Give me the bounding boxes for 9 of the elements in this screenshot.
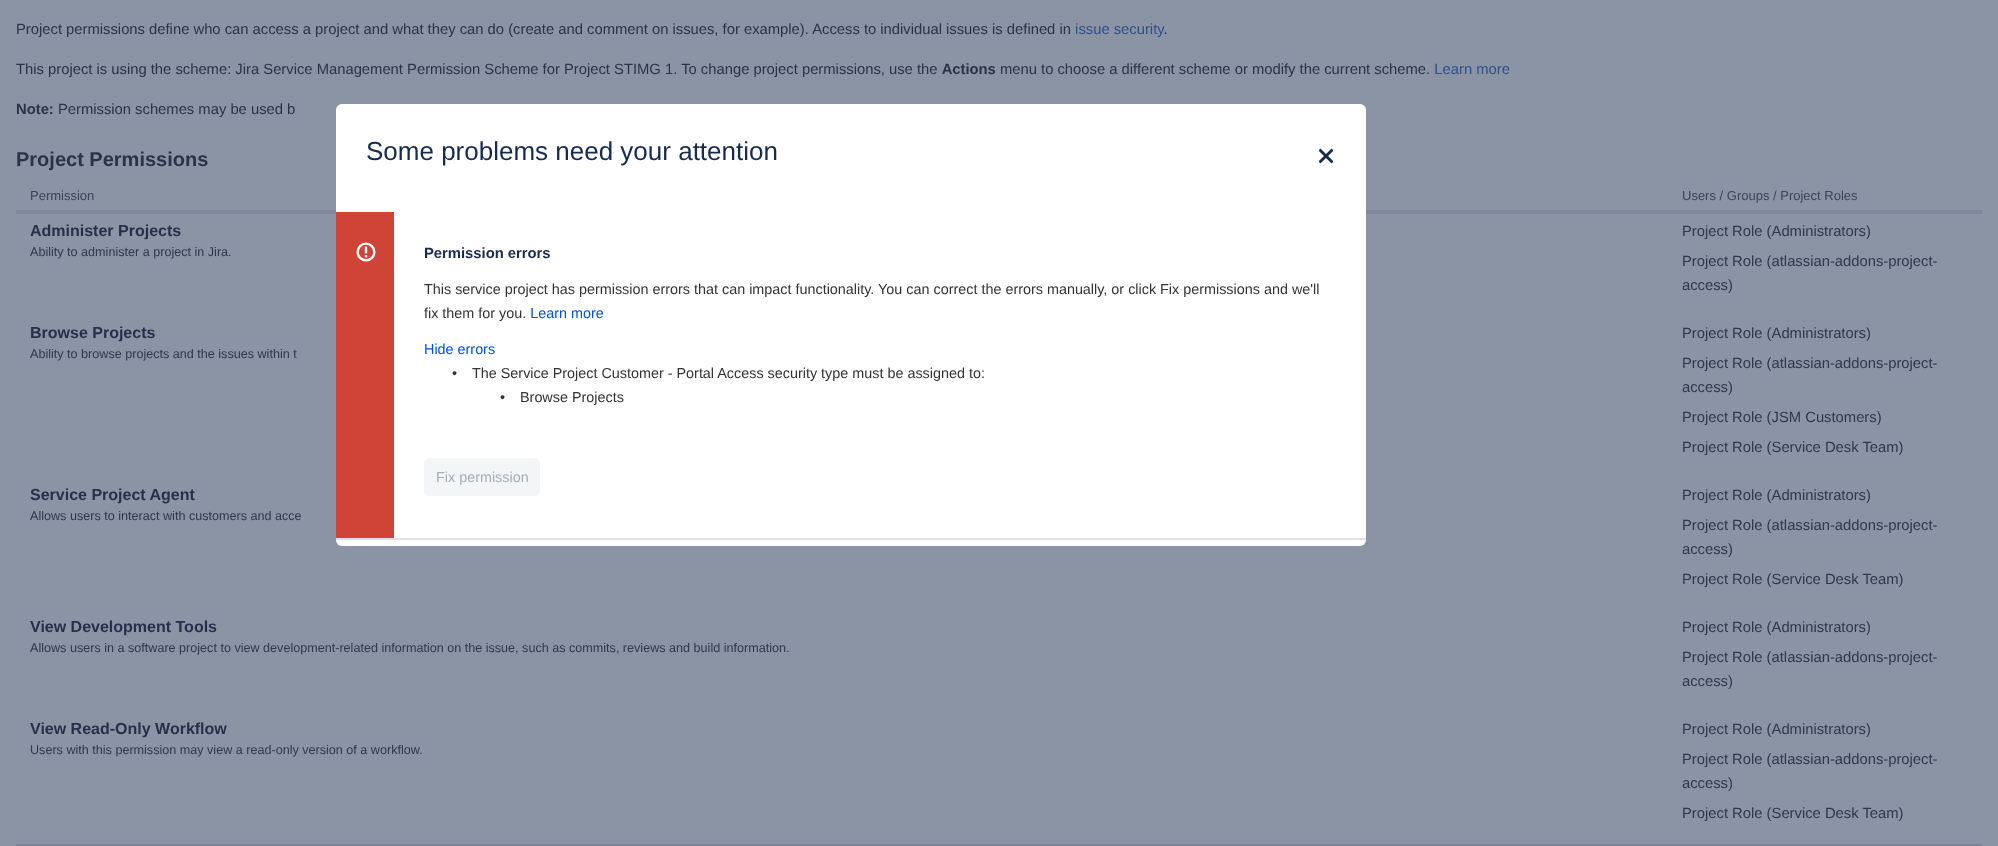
- permission-name: View Read-Only Workflow: [30, 718, 229, 742]
- permission-name: Service Project Agent: [30, 484, 197, 508]
- section-title: Project Permissions: [16, 150, 209, 172]
- permission-name: Administer Projects: [30, 220, 184, 244]
- error-icon: [355, 242, 375, 262]
- permission-name: View Development Tools: [30, 616, 220, 640]
- dialog-title: Some problems need your attention: [366, 135, 778, 165]
- close-icon[interactable]: [1318, 148, 1334, 164]
- permission-name: Browse Projects: [30, 322, 158, 346]
